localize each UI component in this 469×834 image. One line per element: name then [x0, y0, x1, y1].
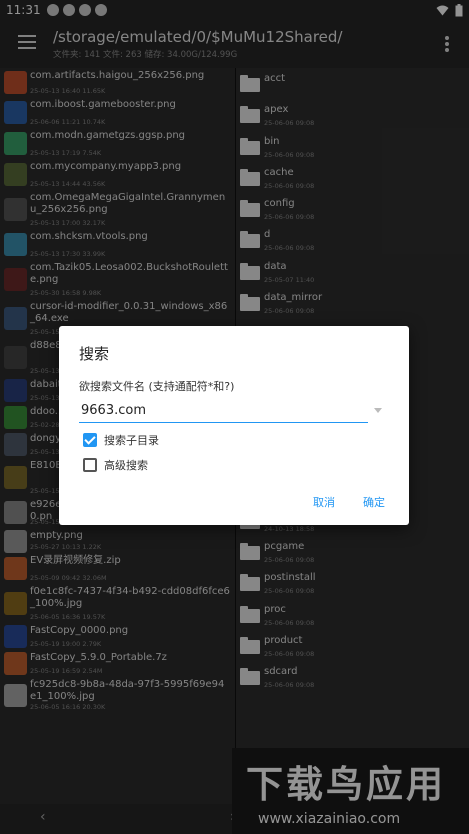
search-dialog: 搜索 欲搜索文件名 (支持通配符*和?) 搜索子目录 高级搜索 取消 确定: [59, 326, 409, 525]
subdirs-label: 搜索子目录: [104, 434, 159, 447]
history-dropdown-icon[interactable]: [374, 408, 382, 413]
search-input[interactable]: [79, 398, 368, 423]
subdirs-option[interactable]: 搜索子目录: [83, 432, 159, 448]
dialog-title: 搜索: [79, 345, 110, 363]
subdirs-checkbox[interactable]: [83, 433, 97, 447]
advanced-checkbox[interactable]: [83, 458, 97, 472]
cancel-button[interactable]: 取消: [313, 494, 335, 510]
advanced-option[interactable]: 高级搜索: [83, 457, 148, 473]
advanced-label: 高级搜索: [104, 459, 148, 472]
search-label: 欲搜索文件名 (支持通配符*和?): [79, 380, 235, 393]
confirm-button[interactable]: 确定: [363, 494, 385, 510]
